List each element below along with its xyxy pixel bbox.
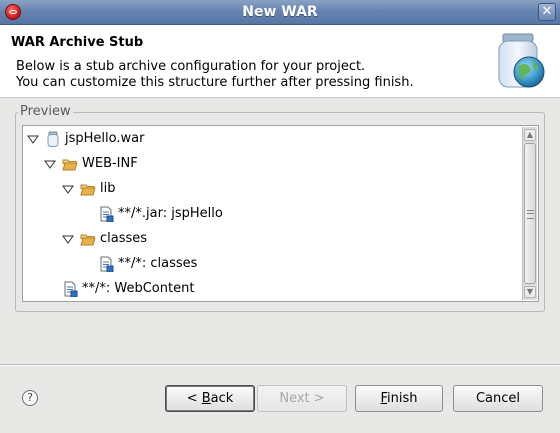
tree-node-lib[interactable]: lib [62,179,115,199]
tree-node-label: **/*: WebContent [82,281,195,296]
tree-node-classes[interactable]: classes [62,229,147,249]
description-line-1: Below is a stub archive configuration fo… [16,59,366,74]
grip-icon [527,210,534,219]
button-bar-separator [0,364,560,366]
expanded-triangle-icon[interactable] [27,133,39,145]
back-mnemonic: B [201,391,211,406]
title-bar: New WAR ✕ [0,0,560,25]
wizard-header: WAR Archive Stub Below is a stub archive… [0,25,560,98]
folder-open-icon [80,181,96,197]
tree-node-label: **/*: classes [118,256,198,271]
page-description: Below is a stub archive configuration fo… [16,59,414,91]
next-button[interactable]: Next > [257,385,347,412]
jar-archive-icon [45,131,61,147]
folder-open-icon [80,231,96,247]
scroll-down-arrow-icon[interactable]: ▼ [524,286,536,298]
page-title: WAR Archive Stub [11,35,144,50]
close-button[interactable]: ✕ [538,3,556,21]
expanded-triangle-icon[interactable] [62,183,74,195]
cancel-button[interactable]: Cancel [453,385,543,412]
scrollbar-thumb[interactable] [524,143,536,284]
tree-node-war[interactable]: jspHello.war [27,129,144,149]
finish-button[interactable]: Finish [355,385,443,412]
preview-group-label: Preview [18,104,73,119]
tree-node-label: lib [100,181,116,196]
tree-node-label: jspHello.war [65,131,145,146]
tree-node-label: classes [100,231,148,246]
tree-node-label: **/*.jar: jspHello [118,206,223,221]
fileset-icon [98,206,114,222]
tree-node-lib-fileset[interactable]: **/*.jar: jspHello [98,204,223,224]
vertical-scrollbar[interactable]: ▲ ▼ [522,127,537,300]
folder-open-icon [62,156,78,172]
window-title: New WAR [242,4,318,20]
tree-node-classes-fileset[interactable]: **/*: classes [98,254,197,274]
tree-node-label: WEB-INF [82,156,138,171]
fileset-icon [62,281,78,297]
help-icon[interactable]: ? [22,390,38,406]
expanded-triangle-icon[interactable] [62,233,74,245]
description-line-2: You can customize this structure further… [16,75,414,90]
preview-tree[interactable]: jspHello.war WEB-INF lib **/*.jar: jspHe… [22,125,539,302]
expanded-triangle-icon[interactable] [44,158,56,170]
wizard-banner-icon [493,30,549,92]
tree-node-web-inf[interactable]: WEB-INF [44,154,138,174]
fileset-icon [98,256,114,272]
back-rest: ack [210,391,234,406]
back-prefix: < [186,391,202,406]
scroll-up-arrow-icon[interactable]: ▲ [524,129,536,141]
back-button[interactable]: < Back [165,385,255,412]
finish-rest: inish [387,391,418,406]
tree-node-webcontent-fileset[interactable]: **/*: WebContent [62,279,194,299]
window-menu-icon[interactable] [5,4,21,20]
